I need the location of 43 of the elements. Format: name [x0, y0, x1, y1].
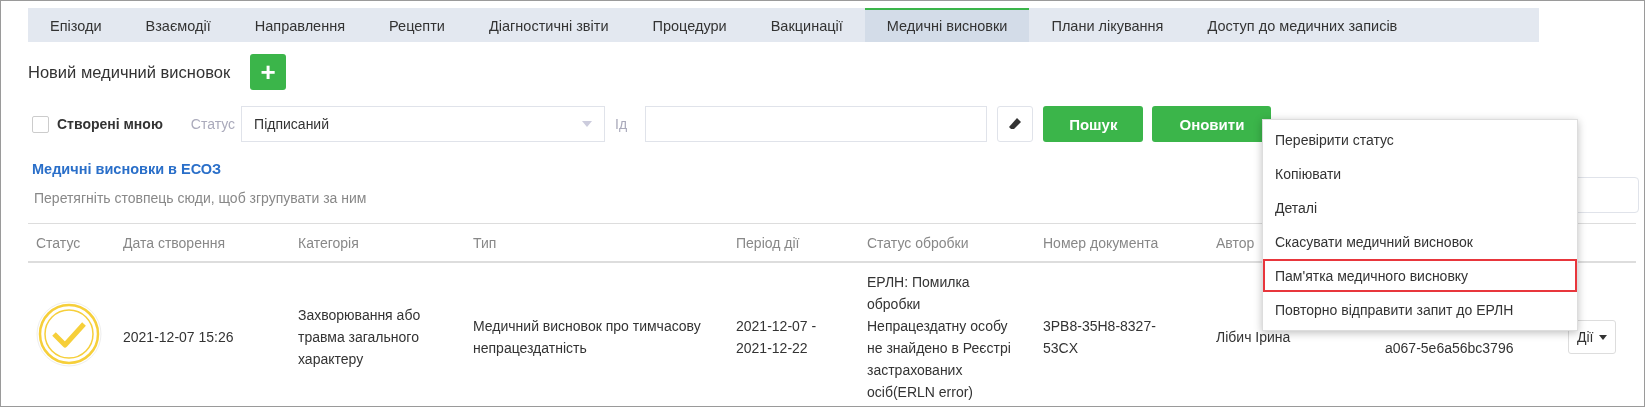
- column-header[interactable]: Статус: [28, 234, 115, 251]
- status-label: Статус: [190, 116, 236, 132]
- clear-button[interactable]: [997, 106, 1034, 142]
- menu-item[interactable]: Деталі: [1263, 191, 1577, 224]
- actions-dropdown[interactable]: Дії: [1568, 320, 1617, 354]
- tab[interactable]: Епізоди: [28, 8, 124, 42]
- id-field[interactable]: [645, 106, 988, 142]
- status-select[interactable]: Підписаний: [241, 106, 606, 142]
- menu-item[interactable]: Копіювати: [1263, 157, 1577, 190]
- table-cell-text: 2021-12-07 15:26: [122, 328, 235, 347]
- tab[interactable]: Процедури: [630, 8, 749, 42]
- tab[interactable]: Взаємодії: [123, 8, 233, 42]
- caret-icon: [582, 121, 593, 127]
- table-cell-text: ЕРЛН: Помилка обробки Непрацездатну особу не знайдено в Реєстрі застрахованих осіб(ERLN error): [866, 273, 1012, 402]
- table-cell-text: Медичний висновок про тимчасову непрацездатність: [472, 317, 702, 358]
- id-label: Ід: [615, 116, 628, 132]
- checkbox-label: Створені мною: [57, 116, 163, 132]
- table-cell-text: Лібич Ірина: [1215, 328, 1292, 347]
- column-header[interactable]: Період дії: [728, 234, 859, 251]
- section-title: Новий медичний висновок: [28, 62, 231, 82]
- tab[interactable]: Діагностичні звіти: [466, 8, 631, 42]
- column-header[interactable]: Категорія: [290, 234, 465, 251]
- table-cell-text: 2021-12-07 - 2021-12-22: [735, 317, 818, 358]
- table-cell-text: 3PB8-35H8-8327-53CX: [1042, 317, 1157, 358]
- tab[interactable]: Направлення: [232, 8, 368, 42]
- group-hint: Перетягніть стовпець сюди, щоб згрупувати за ним: [34, 190, 368, 206]
- checkbox[interactable]: [32, 115, 49, 133]
- table-cell-text: Захворювання або травма загального характеру: [297, 306, 422, 369]
- column-header[interactable]: Статус обробки: [859, 234, 1035, 251]
- menu-item[interactable]: Пам'ятка медичного висновку: [1263, 259, 1577, 292]
- tab[interactable]: Медичні висновки: [864, 8, 1030, 42]
- caret-icon: [1599, 334, 1608, 340]
- eraser-icon: [1008, 117, 1023, 131]
- menu-item[interactable]: Скасувати медичний висновок: [1263, 225, 1577, 258]
- tab[interactable]: Доступ до медичних записів: [1185, 8, 1420, 42]
- column-header[interactable]: Дата створення: [115, 234, 290, 251]
- tab[interactable]: Вакцинації: [748, 8, 865, 42]
- column-header[interactable]: Номер документа: [1035, 234, 1208, 251]
- column-header[interactable]: Тип: [465, 234, 728, 251]
- section-link[interactable]: Медичні висновки в ЕСОЗ: [32, 161, 222, 177]
- table-cell-text: a067-5e6a56bc3796: [1384, 339, 1515, 358]
- tab[interactable]: Плани лікування: [1029, 8, 1186, 42]
- tab[interactable]: Рецепти: [367, 8, 467, 42]
